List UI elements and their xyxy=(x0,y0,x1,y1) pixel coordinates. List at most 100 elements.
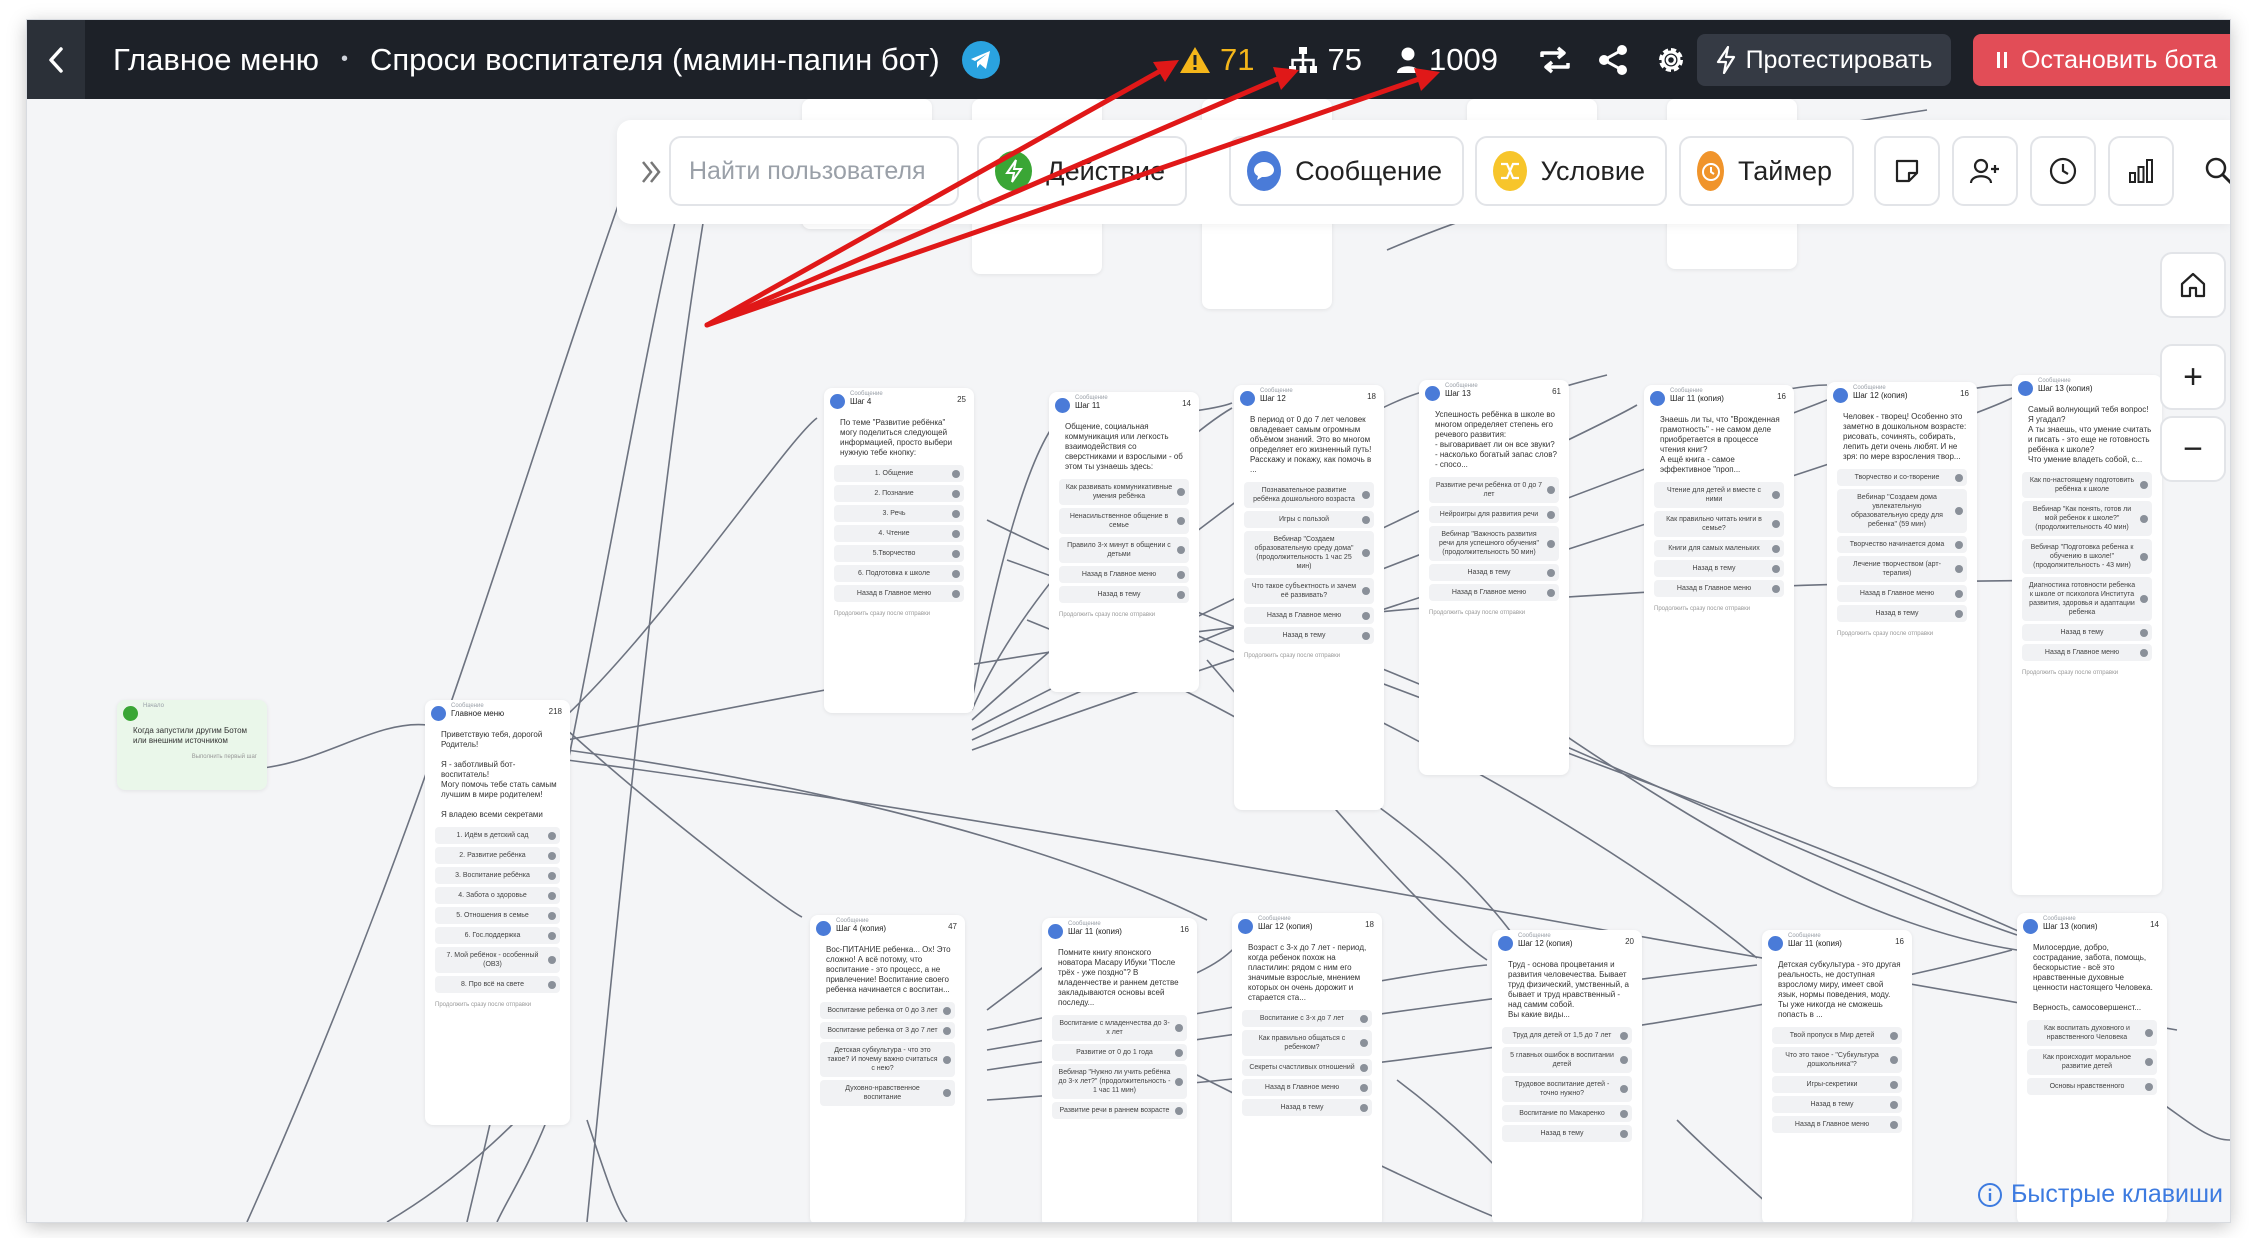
flow-node-step-4-copy[interactable]: Сообщение Шаг 4 (копия) 47 Вос-ПИТАНИЕ р… xyxy=(810,915,965,1222)
node-button[interactable]: Вебинар "Создаем образовательную среду д… xyxy=(1244,531,1374,575)
node-button[interactable]: Как правильно общаться с ребенком? xyxy=(1242,1030,1372,1056)
add-condition-button[interactable]: Условие xyxy=(1475,136,1667,206)
node-button[interactable]: Трудовое воспитание детей - точно нужно? xyxy=(1502,1076,1632,1102)
node-button[interactable]: Воспитание ребенка от 3 до 7 лет xyxy=(820,1022,955,1039)
node-button[interactable]: 7. Мой ребёнок - особенный (ОВЗ) xyxy=(435,947,560,973)
node-button[interactable]: Воспитание с младенчества до 3-х лет xyxy=(1052,1015,1187,1041)
flow-node-step-11-copy-2[interactable]: Сообщение Шаг 11 (копия) 16 Помните книг… xyxy=(1042,918,1197,1222)
flow-node-main-menu[interactable]: Сообщение Главное меню 218 Приветствую т… xyxy=(425,700,570,1125)
flow-node-step-12-copy-2[interactable]: Сообщение Шаг 12 (копия) 18 Возраст с 3-… xyxy=(1232,913,1382,1222)
node-button[interactable]: 2. Познание xyxy=(834,485,964,502)
node-button[interactable]: Что это такое - "Субкультура дошкольника… xyxy=(1772,1047,1902,1073)
node-button[interactable]: Вебинар "Как понять, готов ли мой ребено… xyxy=(2022,501,2152,536)
node-button[interactable]: Вебинар "Важность развития речи для успе… xyxy=(1429,526,1559,561)
node-button[interactable]: 5 главных ошибок в воспитании детей xyxy=(1502,1047,1632,1073)
node-button[interactable]: 8. Про всё на свете xyxy=(435,976,560,993)
node-button[interactable]: Диагностика готовности ребенка к школе о… xyxy=(2022,577,2152,621)
node-button[interactable]: Как происходит моральное развитие детей xyxy=(2027,1049,2157,1075)
node-button[interactable]: Вебинар "Нужно ли учить ребёнка до 3-х л… xyxy=(1052,1064,1187,1099)
hotkeys-link[interactable]: Быстрые клавиши xyxy=(1977,1180,2223,1209)
node-button[interactable]: 6. Гос.поддержка xyxy=(435,927,560,944)
node-button[interactable]: Вебинар "Создаем дома увлекательную обра… xyxy=(1837,489,1967,533)
node-button[interactable]: Назад в тему xyxy=(1429,564,1559,581)
node-button[interactable]: Воспитание ребенка от 0 до 3 лет xyxy=(820,1002,955,1019)
node-button[interactable]: 4. Чтение xyxy=(834,525,964,542)
node-button[interactable]: 1. Идём в детский сад xyxy=(435,827,560,844)
history-button[interactable] xyxy=(2030,136,2096,206)
node-button[interactable]: 3. Речь xyxy=(834,505,964,522)
flow-node-step-11-copy-3[interactable]: Сообщение Шаг 11 (копия) 16 Детская субк… xyxy=(1762,930,1912,1222)
flow-node-step-13-copy-2[interactable]: Сообщение Шаг 13 (копия) 14 Милосердие, … xyxy=(2017,913,2167,1222)
node-button[interactable]: Назад в тему xyxy=(1772,1096,1902,1113)
add-timer-button[interactable]: Таймер xyxy=(1679,136,1854,206)
add-user-button[interactable] xyxy=(1952,136,2018,206)
node-button[interactable]: 2. Развитие ребёнка xyxy=(435,847,560,864)
node-button[interactable]: Что такое субъектность и зачем её развив… xyxy=(1244,578,1374,604)
add-message-button[interactable]: Сообщение xyxy=(1229,136,1464,206)
node-button[interactable]: Твой пропуск в Мир детей xyxy=(1772,1027,1902,1044)
flow-node-step-13[interactable]: Сообщение Шаг 13 61 Успешность ребёнка в… xyxy=(1419,380,1569,775)
user-search-input[interactable] xyxy=(669,136,959,206)
test-bot-button[interactable]: Протестировать xyxy=(1697,34,1951,86)
structure-stat[interactable]: 75 xyxy=(1288,42,1362,78)
search-button[interactable] xyxy=(2186,136,2230,206)
stop-bot-button[interactable]: Остановить бота xyxy=(1973,34,2230,86)
node-button[interactable]: Развитие от 0 до 1 года xyxy=(1052,1044,1187,1061)
node-button[interactable]: Ненасильственное общение в семье xyxy=(1059,508,1189,534)
users-stat[interactable]: 1009 xyxy=(1396,42,1498,78)
node-button[interactable]: Как по-настоящему подготовить ребёнка к … xyxy=(2022,472,2152,498)
node-button[interactable]: Назад в тему xyxy=(1244,627,1374,644)
node-button[interactable]: 3. Воспитание ребёнка xyxy=(435,867,560,884)
double-chevron-right-icon[interactable] xyxy=(637,154,665,190)
node-button[interactable]: Назад в Главное меню xyxy=(1772,1116,1902,1133)
flow-node-start[interactable]: Начало Когда запустили другим Ботом или … xyxy=(117,700,267,790)
breadcrumb-bot-name[interactable]: Спроси воспитателя (мамин-папин бот) xyxy=(370,42,940,78)
node-button[interactable]: Воспитание по Макаренко xyxy=(1502,1105,1632,1122)
zoom-in-button[interactable]: + xyxy=(2160,344,2226,410)
node-button[interactable]: Вебинар "Подготовка ребенка к обучению в… xyxy=(2022,539,2152,574)
flow-node-step-12-copy[interactable]: Сообщение Шаг 12 (копия) 16 Человек - тв… xyxy=(1827,382,1977,787)
flow-node-step-13-copy[interactable]: Сообщение Шаг 13 (копия) Самый волнующий… xyxy=(2012,375,2162,895)
node-button[interactable]: Назад в Главное меню xyxy=(1654,580,1784,597)
breadcrumb-main-menu[interactable]: Главное меню xyxy=(113,42,319,78)
home-view-button[interactable] xyxy=(2160,252,2226,318)
zoom-out-button[interactable]: − xyxy=(2160,416,2226,482)
add-action-button[interactable]: Действие xyxy=(977,136,1187,206)
flow-node-step-12[interactable]: Сообщение Шаг 12 18 В период от 0 до 7 л… xyxy=(1234,385,1384,810)
flow-node-step-11-copy[interactable]: Сообщение Шаг 11 (копия) 16 Знаешь ли ты… xyxy=(1644,385,1794,745)
node-button[interactable]: Познавательное развитие ребёнка дошкольн… xyxy=(1244,482,1374,508)
node-button[interactable]: Назад в тему xyxy=(1059,586,1189,603)
node-button[interactable]: 1. Общение xyxy=(834,465,964,482)
flow-node-step-4[interactable]: Сообщение Шаг 4 25 По теме "Развитие реб… xyxy=(824,388,974,713)
node-button[interactable]: Секреты счастливых отношений xyxy=(1242,1059,1372,1076)
node-button[interactable]: Назад в Главное меню xyxy=(1244,607,1374,624)
node-button[interactable]: Назад в Главное меню xyxy=(2022,644,2152,661)
node-button[interactable]: Назад в тему xyxy=(1837,605,1967,622)
node-button[interactable]: Творчество начинается дома xyxy=(1837,536,1967,553)
node-button[interactable]: Назад в Главное меню xyxy=(1837,585,1967,602)
node-button[interactable]: Основы нравственного xyxy=(2027,1078,2157,1095)
node-button[interactable]: Труд для детей от 1,5 до 7 лет xyxy=(1502,1027,1632,1044)
node-button[interactable]: 6. Подготовка к школе xyxy=(834,565,964,582)
add-note-button[interactable] xyxy=(1874,136,1940,206)
node-button[interactable]: Назад в тему xyxy=(1502,1125,1632,1142)
node-button[interactable]: Назад в Главное меню xyxy=(1429,584,1559,601)
node-button[interactable]: Назад в Главное меню xyxy=(1242,1079,1372,1096)
statistics-button[interactable] xyxy=(2108,136,2174,206)
node-button[interactable]: Назад в Главное меню xyxy=(834,585,964,602)
node-button[interactable]: Назад в тему xyxy=(2022,624,2152,641)
node-button[interactable]: Назад в тему xyxy=(1242,1099,1372,1116)
back-button[interactable] xyxy=(27,20,85,99)
warnings-stat[interactable]: 71 xyxy=(1179,42,1254,78)
node-button[interactable]: Как правильно читать книги в семье? xyxy=(1654,511,1784,537)
share-button[interactable] xyxy=(1595,42,1631,78)
node-button[interactable]: Развитие речи ребёнка от 0 до 7 лет xyxy=(1429,477,1559,503)
node-button[interactable]: Книги для самых маленьких xyxy=(1654,540,1784,557)
node-button[interactable]: 4. Забота о здоровье xyxy=(435,887,560,904)
node-button[interactable]: Нейроигры для развития речи xyxy=(1429,506,1559,523)
flow-node-step-12-copy-3[interactable]: Сообщение Шаг 12 (копия) 20 Труд - основ… xyxy=(1492,930,1642,1222)
sync-button[interactable] xyxy=(1537,42,1573,78)
telegram-icon[interactable] xyxy=(961,40,1000,79)
node-button[interactable]: Развитие речи в раннем возрасте xyxy=(1052,1102,1187,1119)
node-button[interactable]: Правило 3-х минут в общении с детьми xyxy=(1059,537,1189,563)
